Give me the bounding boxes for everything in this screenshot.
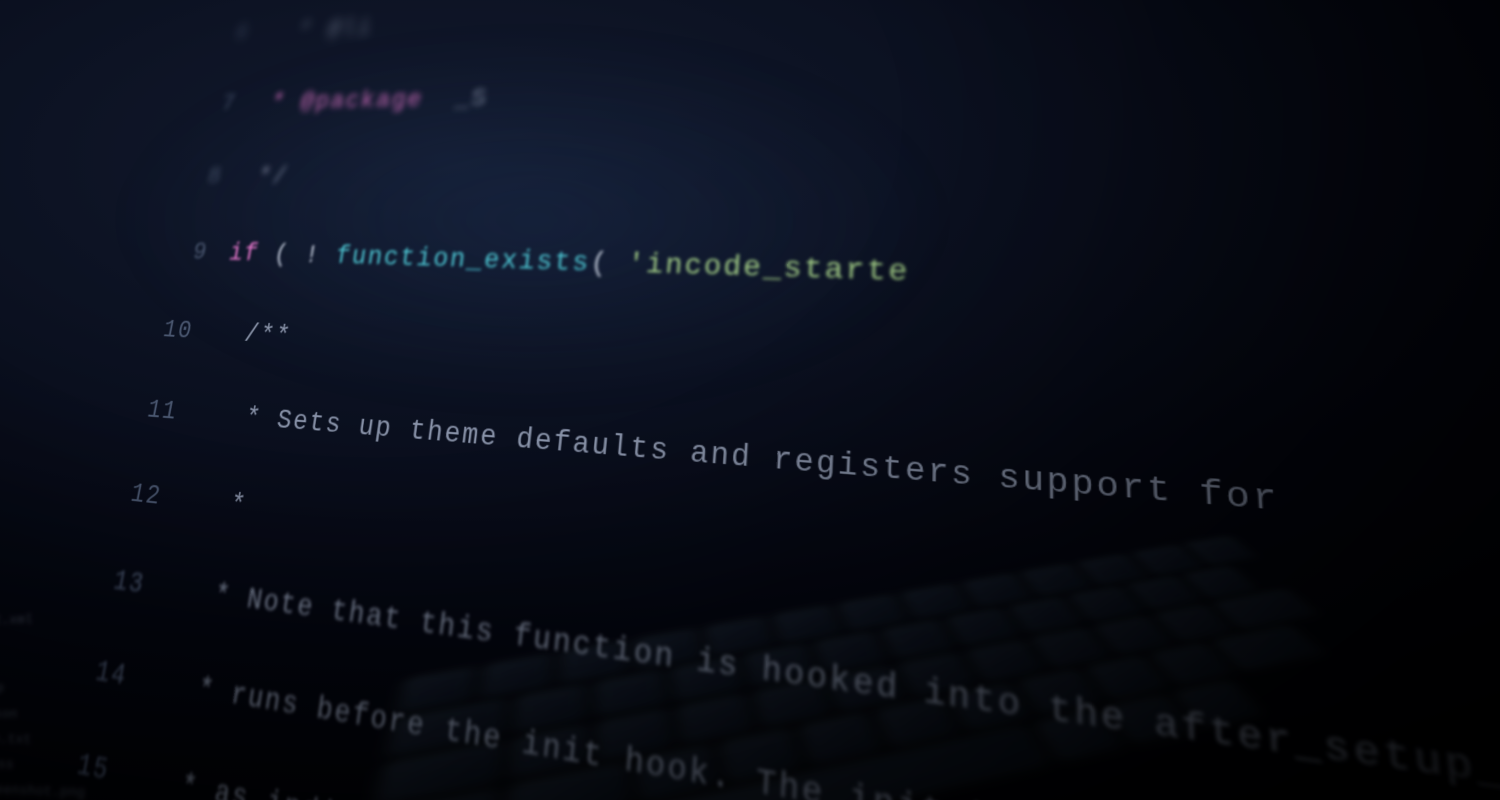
sidebar-file: php	[0, 678, 162, 703]
line-number: 10	[144, 309, 197, 351]
sidebar-file: t.css	[0, 753, 158, 783]
sidebar-file: p	[0, 653, 163, 678]
line-number: 11	[128, 389, 181, 434]
sidebar-file: dme.txt	[0, 728, 159, 756]
line-number: 13	[93, 557, 148, 608]
code-token-comment: /**	[242, 320, 293, 352]
line-number: 7	[189, 86, 239, 122]
sidebar-file: .json	[0, 703, 160, 730]
code-token-string: 'incode_starte	[626, 249, 910, 290]
line-number: 8	[175, 159, 226, 196]
line-number: 9	[160, 233, 212, 273]
line-number: 12	[111, 472, 165, 520]
photo-laptop-code-editor: 6 * @li 7 * @package _S 8 */ 9if ( ! fun…	[0, 0, 1500, 800]
sidebar-file: st.xml	[0, 607, 165, 634]
code-editor-content: 6 * @li 7 * @package _S 8 */ 9if ( ! fun…	[0, 0, 1500, 800]
code-token-comment: */	[241, 164, 290, 191]
laptop-screen: 6 * @li 7 * @package _S 8 */ 9if ( ! fun…	[0, 0, 1500, 800]
code-token-comment: *	[212, 488, 249, 523]
code-token-keyword: * @package	[255, 87, 425, 117]
code-token-function: function_exists	[334, 242, 592, 279]
file-explorer-sidebar: st.xml p php .json dme.txt t.css screens…	[0, 606, 165, 800]
line-number: 6	[203, 16, 252, 52]
